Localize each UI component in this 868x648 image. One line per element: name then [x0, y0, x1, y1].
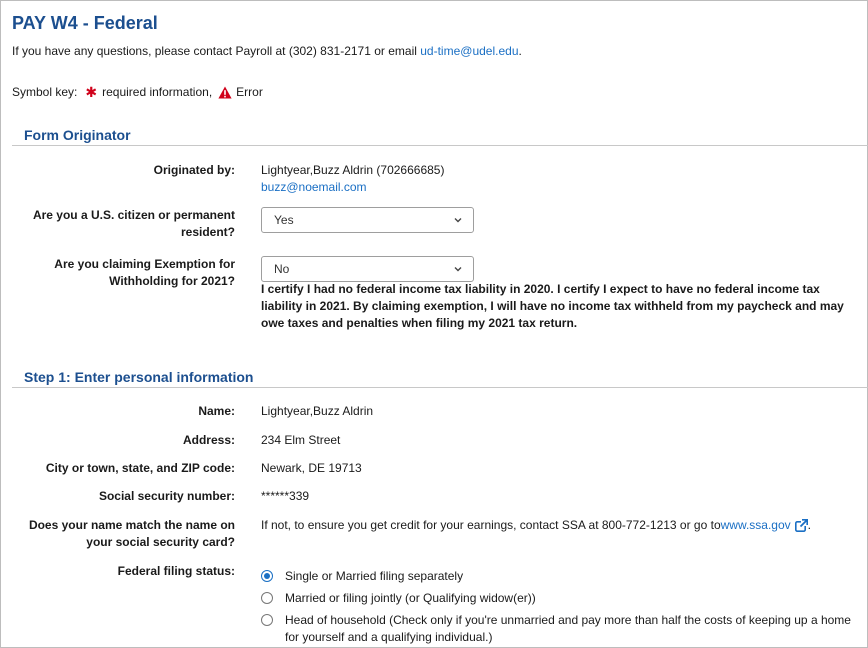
exemption-label: Are you claiming Exemption for Withholdi…: [54, 256, 235, 290]
name-label: Name:: [198, 404, 235, 418]
error-legend-text: Error: [236, 85, 263, 99]
step1-heading: Step 1: Enter personal information: [24, 369, 254, 385]
originator-email-link[interactable]: buzz@noemail.com: [261, 179, 367, 196]
payroll-email-link[interactable]: ud-time@udel.edu: [420, 44, 518, 58]
citizen-label-line-1: Are you a U.S. citizen or permanent: [32, 208, 235, 222]
chevron-down-icon: [454, 218, 462, 223]
exemption-certification-text: I certify I had no federal income tax li…: [261, 282, 844, 330]
name-match-suffix: .: [807, 518, 811, 532]
address-value: 234 Elm Street: [261, 433, 341, 447]
page-title: PAY W4 - Federal: [12, 13, 158, 33]
required-legend-text: required information,: [102, 85, 213, 99]
form-originator-heading: Form Originator: [24, 127, 131, 143]
filing-option-head-of-household[interactable]: Head of household (Check only if you're …: [261, 612, 861, 646]
filing-radio-married-jointly[interactable]: [261, 592, 273, 604]
filing-status-label: Federal filing status:: [117, 564, 235, 578]
name-match-info: If not, to ensure you get credit for you…: [261, 517, 811, 534]
name-value: Lightyear,Buzz Aldrin: [261, 404, 374, 418]
asterisk-icon: ✱: [85, 84, 98, 100]
ssn-value: ******339: [261, 489, 310, 503]
filing-radio-head-of-household[interactable]: [261, 614, 273, 626]
section-divider: [12, 387, 868, 388]
filing-option-label: Married or filing jointly (or Qualifying…: [285, 591, 536, 605]
name-match-label-line-2: your social security card?: [86, 535, 235, 549]
filing-option-married-jointly[interactable]: Married or filing jointly (or Qualifying…: [261, 590, 536, 607]
exemption-label-line-1: Are you claiming Exemption for: [54, 257, 235, 271]
citizen-label: Are you a U.S. citizen or permanent resi…: [33, 207, 235, 241]
section-divider: [12, 145, 868, 146]
city-state-zip-value: Newark, DE 19713: [261, 461, 362, 475]
contact-line: If you have any questions, please contac…: [12, 44, 522, 58]
city-state-zip-label: City or town, state, and ZIP code:: [45, 461, 235, 475]
warning-triangle-icon: [218, 86, 232, 98]
chevron-down-icon: [454, 267, 462, 272]
name-match-label-line-1: Does your name match the name on: [28, 518, 235, 532]
citizen-select-value: Yes: [274, 213, 294, 227]
external-link-icon[interactable]: [794, 519, 808, 532]
filing-option-single[interactable]: Single or Married filing separately: [261, 568, 463, 585]
exemption-label-line-2: Withholding for 2021?: [109, 274, 235, 288]
citizen-label-line-2: resident?: [180, 225, 235, 239]
symbol-key: Symbol key: ✱ required information, Erro…: [12, 85, 263, 99]
originator-name: Lightyear,Buzz Aldrin (702666685): [261, 163, 445, 177]
ssn-label: Social security number:: [98, 489, 235, 503]
exemption-select[interactable]: No: [261, 256, 474, 282]
contact-suffix: .: [518, 44, 522, 58]
contact-text: If you have any questions, please contac…: [12, 44, 421, 58]
ssa-gov-link[interactable]: www.ssa.gov: [721, 517, 791, 534]
filing-option-label: Head of household (Check only if you're …: [285, 613, 851, 644]
symbol-key-label: Symbol key:: [12, 85, 78, 99]
filing-option-label: Single or Married filing separately: [285, 569, 464, 583]
name-match-label: Does your name match the name on your so…: [29, 517, 235, 551]
filing-radio-single[interactable]: [261, 570, 273, 582]
citizen-select[interactable]: Yes: [261, 207, 474, 233]
name-match-text: If not, to ensure you get credit for you…: [261, 518, 721, 532]
originated-by-label: Originated by:: [153, 163, 235, 177]
page-frame: PAY W4 - Federal If you have any questio…: [0, 0, 868, 648]
address-label: Address:: [182, 433, 235, 447]
exemption-select-value: No: [274, 262, 290, 276]
